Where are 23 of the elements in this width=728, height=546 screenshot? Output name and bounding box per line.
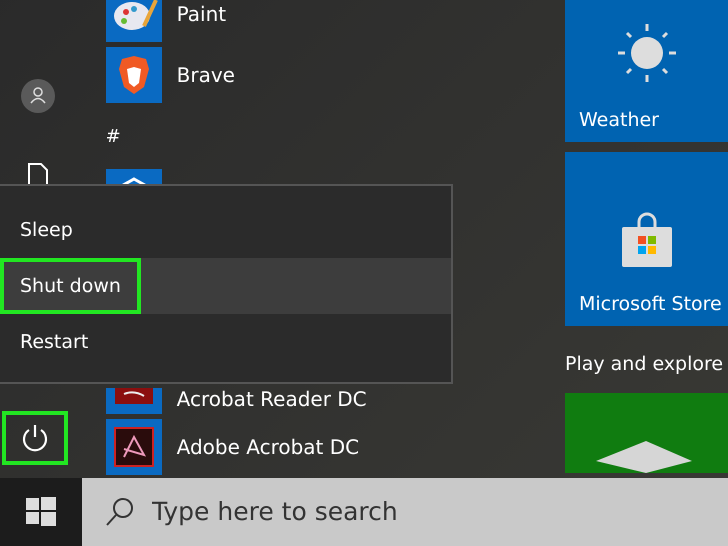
search-box[interactable]: Type here to search [82,478,728,546]
weather-tile[interactable]: Weather [565,0,728,142]
app-name[interactable]: Acrobat Reader DC [176,384,367,414]
game-tile[interactable] [565,392,728,472]
sun-icon [616,22,678,84]
palette-icon [106,0,162,42]
lion-shield-icon [106,47,162,103]
pdf-app-icon [106,388,162,414]
tile-group-heading: Play and explore [565,352,724,377]
power-menu-item[interactable]: Shut down [0,258,451,314]
pdf-app-icon [106,419,162,475]
search-icon [104,496,136,528]
power-button[interactable] [2,411,68,465]
power-icon [20,423,49,453]
app-name[interactable]: Adobe Acrobat DC [176,432,360,462]
app-name[interactable]: Paint [176,0,226,29]
section-letter: # [106,124,121,148]
windows-logo-icon [26,497,56,527]
user-avatar-icon[interactable] [20,79,55,113]
app-name[interactable]: Brave [176,60,235,90]
power-menu-item[interactable]: Restart [0,314,451,370]
store-tile[interactable]: Microsoft Store [565,152,728,326]
power-menu-item[interactable]: Sleep [0,202,451,258]
